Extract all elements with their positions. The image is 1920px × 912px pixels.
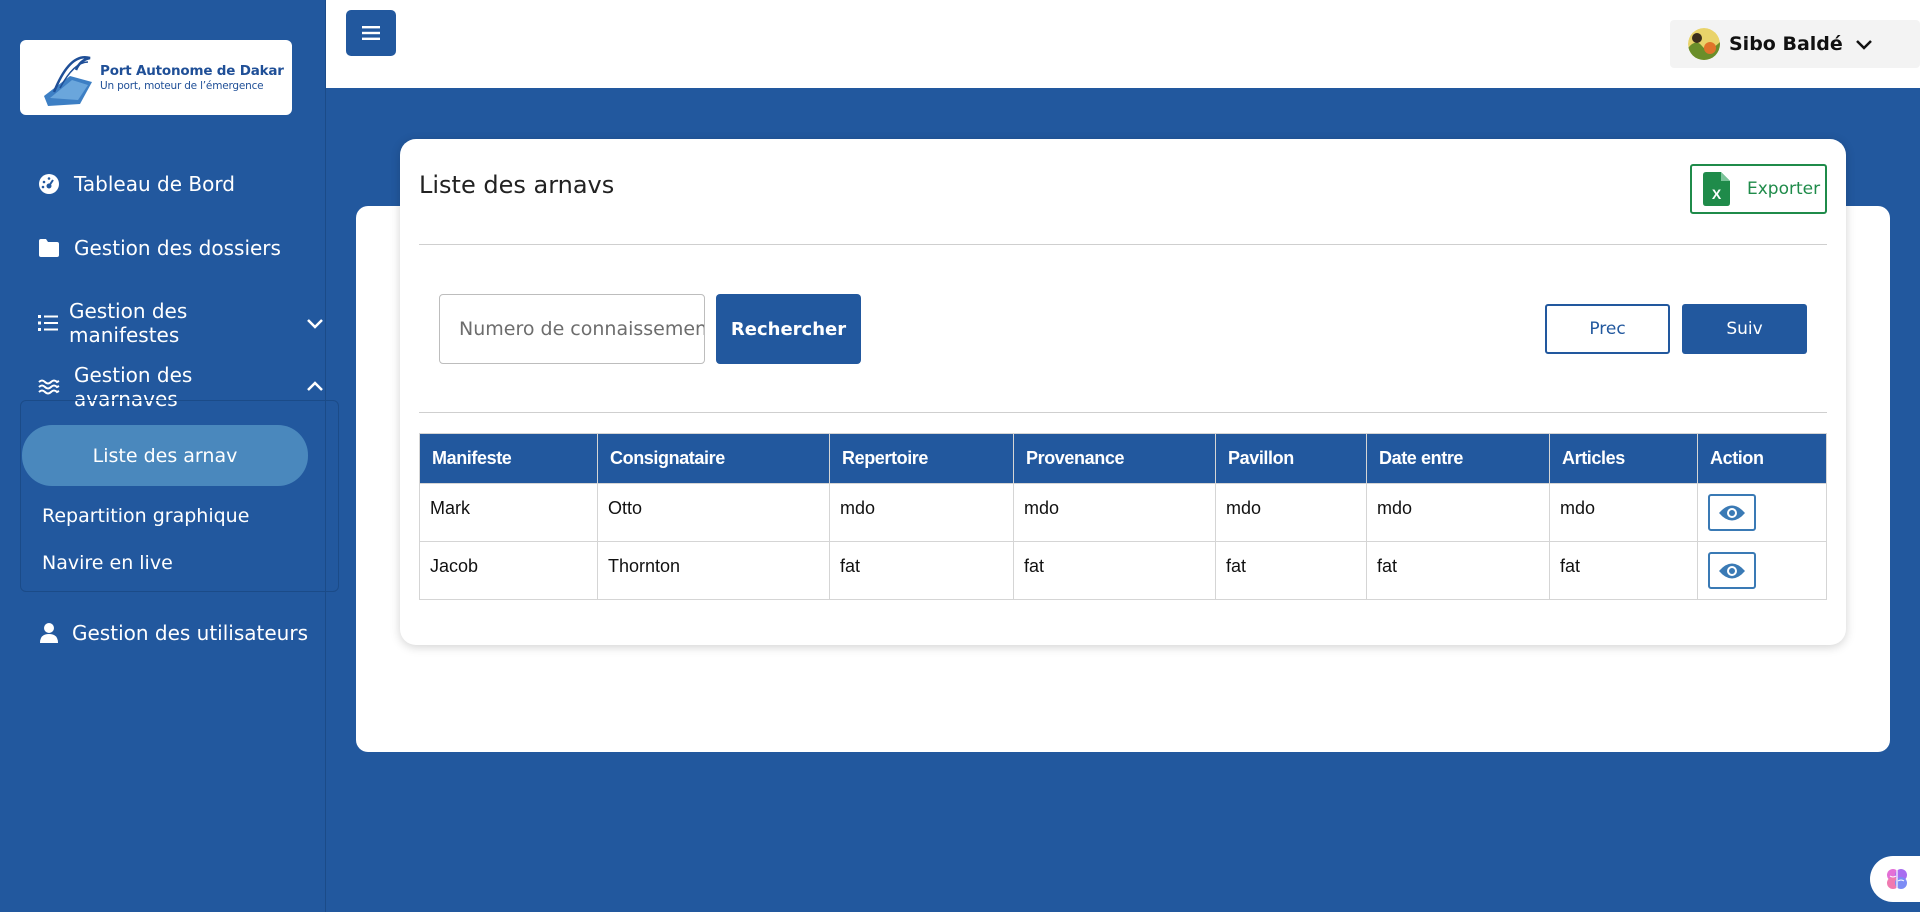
column-header: Consignataire xyxy=(597,433,830,484)
column-header: Pavillon xyxy=(1215,433,1367,484)
view-button[interactable] xyxy=(1708,494,1756,531)
sidebar-item-label: Gestion des manifestes xyxy=(68,299,188,347)
chevron-up-icon xyxy=(305,377,325,397)
divider xyxy=(419,244,1827,245)
hamburger-icon xyxy=(362,26,380,40)
table-cell: mdo xyxy=(1549,483,1698,542)
export-button[interactable]: X Exporter xyxy=(1690,164,1827,214)
sidebar-item-label: Gestion des dossiers xyxy=(74,236,281,260)
dashboard-icon xyxy=(38,173,60,195)
user-icon xyxy=(38,622,60,644)
svg-text:X: X xyxy=(1712,186,1722,202)
table-header-row: Manifeste Consignataire Repertoire Prove… xyxy=(419,433,1827,484)
column-header: Date entre xyxy=(1366,433,1550,484)
table-cell: mdo xyxy=(1366,483,1550,542)
sidebar-item-utilisateurs[interactable]: Gestion des utilisateurs xyxy=(38,621,308,645)
list-icon xyxy=(38,312,59,334)
user-menu[interactable]: Sibo Baldé xyxy=(1670,20,1920,68)
avarnaves-submenu: Liste des arnav Repartition graphique Na… xyxy=(20,400,339,592)
arnav-list-card: Liste des arnavs X Exporter Rechercher P… xyxy=(400,139,1846,645)
sidebar: Port Autonome de Dakar Un port, moteur d… xyxy=(0,0,339,912)
table-row: Mark Otto mdo mdo mdo mdo mdo xyxy=(419,483,1827,542)
table-cell: fat xyxy=(1549,541,1698,600)
view-button[interactable] xyxy=(1708,552,1756,589)
column-header: Repertoire xyxy=(829,433,1014,484)
table-row: Jacob Thornton fat fat fat fat fat xyxy=(419,541,1827,600)
brain-icon xyxy=(1887,869,1907,889)
table-cell: fat xyxy=(1366,541,1550,600)
eye-icon xyxy=(1719,505,1745,520)
top-bar: Sibo Baldé xyxy=(326,0,1920,88)
column-header: Provenance xyxy=(1013,433,1216,484)
menu-toggle-button[interactable] xyxy=(346,10,396,56)
chevron-down-icon xyxy=(1853,33,1875,55)
table-cell: Otto xyxy=(597,483,830,542)
export-label: Exporter xyxy=(1747,179,1821,199)
brand-subtitle: Un port, moteur de l’émergence xyxy=(100,80,264,92)
sidebar-item-manifestes[interactable]: Gestion des manifestes xyxy=(38,299,325,347)
column-header: Articles xyxy=(1549,433,1698,484)
page-title: Liste des arnavs xyxy=(419,171,615,199)
column-header: Manifeste xyxy=(419,433,598,484)
table-cell: mdo xyxy=(1013,483,1216,542)
table-cell: Mark xyxy=(419,483,598,542)
table-cell: fat xyxy=(1013,541,1216,600)
sidebar-item-dashboard[interactable]: Tableau de Bord xyxy=(38,172,235,196)
prev-page-button[interactable]: Prec xyxy=(1545,304,1670,354)
table-cell: Thornton xyxy=(597,541,830,600)
sidebar-item-label: Gestion des utilisateurs xyxy=(72,621,308,645)
sidebar-item-dossiers[interactable]: Gestion des dossiers xyxy=(38,236,281,260)
search-button[interactable]: Rechercher xyxy=(716,294,861,364)
brand-title: Port Autonome de Dakar xyxy=(100,63,284,79)
column-header: Action xyxy=(1697,433,1827,484)
chevron-down-icon xyxy=(305,313,325,333)
arnav-table: Manifeste Consignataire Repertoire Prove… xyxy=(419,433,1827,600)
sidebar-item-label: Tableau de Bord xyxy=(74,172,235,196)
table-cell: mdo xyxy=(1215,483,1367,542)
table-cell: mdo xyxy=(829,483,1014,542)
table-cell: fat xyxy=(829,541,1014,600)
submenu-item-navire-live[interactable]: Navire en live xyxy=(42,552,173,574)
search-input[interactable] xyxy=(439,294,705,364)
submenu-item-repartition[interactable]: Repartition graphique xyxy=(42,505,249,527)
brand-logo[interactable]: Port Autonome de Dakar Un port, moteur d… xyxy=(20,40,292,115)
avatar xyxy=(1688,28,1720,60)
action-cell xyxy=(1697,541,1827,600)
table-cell: fat xyxy=(1215,541,1367,600)
action-cell xyxy=(1697,483,1827,542)
user-name: Sibo Baldé xyxy=(1729,33,1843,55)
water-icon xyxy=(38,376,60,398)
assistant-button[interactable] xyxy=(1870,856,1920,902)
divider xyxy=(419,412,1827,413)
next-page-button[interactable]: Suiv xyxy=(1682,304,1807,354)
eye-icon xyxy=(1719,563,1745,578)
table-cell: Jacob xyxy=(419,541,598,600)
submenu-item-liste-arnav[interactable]: Liste des arnav xyxy=(22,425,308,486)
folder-icon xyxy=(38,237,60,259)
excel-icon: X xyxy=(1703,172,1730,206)
port-logo-icon xyxy=(40,48,96,108)
